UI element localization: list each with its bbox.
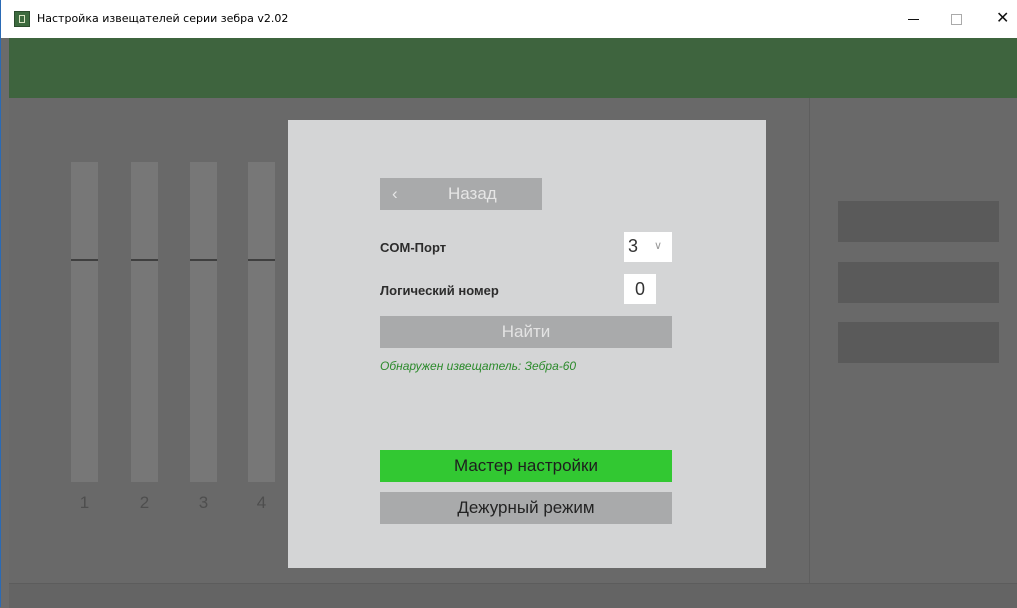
side-button[interactable] [838,201,999,242]
app-icon [14,11,30,27]
app-window: Настройка извещателей серии зебра v2.02 … [0,0,1017,608]
find-button[interactable]: Найти [380,316,672,348]
level-marker [131,259,158,261]
channel-bar [71,162,98,482]
title-bar[interactable]: Настройка извещателей серии зебра v2.02 … [1,0,1017,38]
back-button[interactable]: ‹ Назад [380,178,542,210]
com-port-select[interactable]: 3 ∨ [624,232,672,262]
channel-bar [131,162,158,482]
logical-number-label: Логический номер [380,283,499,298]
channel-number: 3 [198,493,209,512]
channel-bar [190,162,217,482]
close-button[interactable]: ✕ [996,10,1009,26]
back-label: Назад [448,184,497,203]
logical-number-field[interactable]: 0 [624,274,656,304]
com-port-value: 3 [628,236,639,256]
com-port-label: COM-Порт [380,240,447,255]
status-bar [9,583,1017,608]
level-marker [248,259,275,261]
level-marker [190,259,217,261]
detection-status: Обнаружен извещатель: Зебра-60 [380,359,577,373]
channel-bar [248,162,275,482]
header-band [9,38,1017,98]
chevron-down-icon: ∨ [654,240,663,252]
maximize-button[interactable] [951,14,962,25]
channel-number: 4 [256,493,267,512]
connection-dialog: ‹ Назад COM-Порт 3 ∨ Логический номер 0 … [288,120,766,568]
level-marker [71,259,98,261]
chevron-left-icon: ‹ [392,184,398,203]
minimize-button[interactable] [908,19,919,20]
duty-mode-button[interactable]: Дежурный режим [380,492,672,524]
side-button[interactable] [838,322,999,363]
window-title: Настройка извещателей серии зебра v2.02 [37,12,289,25]
channel-number: 1 [79,493,90,512]
setup-wizard-button[interactable]: Мастер настройки [380,450,672,482]
divider [809,98,810,607]
channel-number: 2 [139,493,150,512]
side-button[interactable] [838,262,999,303]
